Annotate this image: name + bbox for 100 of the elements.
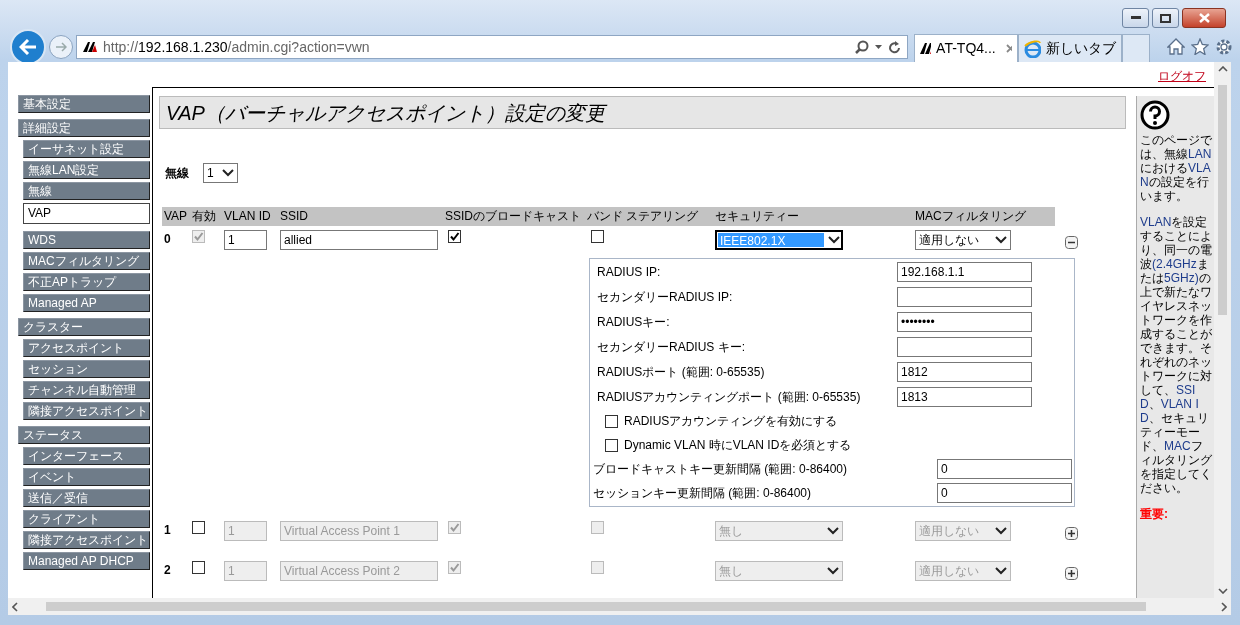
field-label: RADIUSキー: [597, 314, 671, 331]
sidebar-item[interactable]: Managed AP DHCP [23, 552, 150, 570]
collapse-icon[interactable] [1065, 236, 1078, 250]
band-steering-checkbox[interactable] [591, 230, 604, 243]
horizontal-scrollbar[interactable] [8, 598, 1231, 615]
vlan-id-field[interactable]: 1 [224, 521, 267, 541]
chevron-right-icon[interactable] [1221, 601, 1227, 612]
vertical-scrollbar[interactable] [1214, 62, 1231, 598]
broadcast-checkbox[interactable] [448, 561, 461, 574]
maximize-button[interactable] [1152, 8, 1179, 28]
chevron-down-icon [995, 527, 1007, 535]
input-field[interactable]: 1813 [897, 387, 1032, 407]
chevron-up-icon[interactable] [1217, 66, 1228, 72]
sidebar-item[interactable]: Managed AP [23, 294, 150, 312]
sidebar-group[interactable]: ステータス [18, 426, 150, 444]
sidebar-item[interactable]: チャンネル自動管理 [23, 381, 150, 399]
browser-tab[interactable]: AT-TQ4... [914, 34, 1018, 62]
field-label: RADIUSアカウンティングポート (範囲: 0-65535) [597, 389, 862, 406]
band-steering-checkbox[interactable] [591, 521, 604, 534]
input-field[interactable] [897, 337, 1032, 357]
sidebar-item[interactable]: イーサネット設定 [23, 140, 150, 158]
chevron-left-icon[interactable] [12, 601, 18, 612]
sidebar-item[interactable]: WDS [23, 231, 150, 249]
refresh-icon[interactable] [888, 40, 901, 54]
broadcast-checkbox[interactable] [448, 230, 461, 243]
vlan-id-field[interactable]: 1 [224, 561, 267, 581]
chevron-down-icon [995, 236, 1007, 244]
checkbox[interactable] [605, 438, 618, 452]
close-icon [1198, 13, 1210, 23]
sidebar-item[interactable]: MACフィルタリング [23, 252, 150, 270]
radio-select[interactable]: 1 [203, 163, 238, 183]
enable-checkbox[interactable] [192, 521, 205, 534]
column-header: VAP [162, 207, 190, 226]
sidebar-item[interactable]: インターフェース [23, 447, 150, 465]
star-icon[interactable] [1191, 38, 1209, 55]
chevron-down-icon [995, 567, 1007, 575]
column-header: SSIDのブロードキャスト [443, 207, 585, 226]
sidebar-item[interactable]: 隣接アクセスポイント [23, 531, 150, 549]
field-label: セッションキー更新間隔 (範囲: 0-86400) [593, 485, 812, 502]
help-icon [1140, 100, 1170, 130]
sidebar-item[interactable]: 無線 [23, 182, 150, 200]
security-select[interactable]: 無し [715, 521, 843, 541]
expand-icon[interactable] [1065, 527, 1078, 541]
input-field[interactable] [897, 287, 1032, 307]
sidebar-item[interactable]: 送信／受信 [23, 489, 150, 507]
search-icon[interactable] [855, 40, 869, 54]
band-steering-checkbox[interactable] [591, 561, 604, 574]
chevron-down-icon[interactable] [1217, 588, 1228, 594]
maximize-icon [1160, 13, 1171, 23]
minimize-button[interactable] [1122, 8, 1149, 28]
sidebar-item[interactable]: セッション [23, 360, 150, 378]
back-button[interactable] [10, 29, 46, 65]
field-label: セカンダリーRADIUS キー: [597, 339, 746, 356]
arrow-left-icon [19, 39, 37, 55]
sidebar-item[interactable]: 無線LAN設定 [23, 161, 150, 179]
enable-checkbox[interactable] [192, 230, 205, 243]
sidebar-item[interactable]: 隣接アクセスポイント [23, 402, 150, 420]
chevron-down-icon [827, 567, 839, 575]
sidebar-group[interactable]: 基本設定 [18, 95, 150, 113]
site-logo-icon [83, 42, 97, 52]
security-select[interactable]: IEEE802.1X [715, 230, 843, 250]
ssid-field[interactable]: Virtual Access Point 1 [280, 521, 438, 541]
sidebar-item[interactable]: アクセスポイント [23, 339, 150, 357]
ssid-field[interactable]: Virtual Access Point 2 [280, 561, 438, 581]
broadcast-checkbox[interactable] [448, 521, 461, 534]
mac-filter-select[interactable]: 適用しない [915, 521, 1011, 541]
caret-icon[interactable] [875, 45, 882, 49]
option-label: Dynamic VLAN 時にVLAN IDを必須とする [624, 437, 852, 454]
logoff-link[interactable]: ログオフ [1158, 67, 1206, 85]
browser-tab[interactable]: 新しいタブ [1018, 34, 1122, 62]
sidebar-item[interactable]: イベント [23, 468, 150, 486]
input-field[interactable]: 0 [937, 459, 1072, 479]
expand-icon[interactable] [1065, 567, 1078, 581]
mac-filter-select[interactable]: 適用しない [915, 230, 1011, 250]
home-icon[interactable] [1167, 38, 1185, 55]
sidebar-item[interactable]: 不正APトラップ [23, 273, 150, 291]
scrollbar-thumb[interactable] [1218, 85, 1227, 315]
input-field[interactable]: 1812 [897, 362, 1032, 382]
field-label: RADIUSポート (範囲: 0-65535) [597, 364, 766, 381]
chevron-down-icon [828, 236, 840, 244]
sidebar-group[interactable]: 詳細設定 [18, 119, 150, 137]
enable-checkbox[interactable] [192, 561, 205, 574]
input-field[interactable]: 192.168.1.1 [897, 262, 1032, 282]
close-button[interactable] [1182, 8, 1226, 28]
input-field[interactable]: 0 [937, 483, 1072, 503]
input-field[interactable]: •••••••• [897, 312, 1032, 332]
sidebar-item[interactable]: VAP [23, 203, 150, 224]
address-bar[interactable]: http://192.168.1.230/admin.cgi?action=vwn [76, 35, 908, 59]
checkbox[interactable] [605, 414, 618, 428]
security-select[interactable]: 無し [715, 561, 843, 581]
vlan-id-field[interactable]: 1 [224, 230, 267, 250]
mac-filter-select[interactable]: 適用しない [915, 561, 1011, 581]
settings-icon[interactable] [1215, 38, 1233, 56]
ssid-field[interactable]: allied [280, 230, 438, 250]
column-header: MACフィルタリング [913, 207, 1055, 226]
sidebar-item[interactable]: クライアント [23, 510, 150, 528]
scrollbar-thumb[interactable] [46, 602, 1146, 611]
close-icon[interactable] [1005, 44, 1012, 53]
page-title: VAP（バーチャルアクセスポイント）設定の変更 [159, 96, 1126, 129]
sidebar-group[interactable]: クラスター [18, 318, 150, 336]
